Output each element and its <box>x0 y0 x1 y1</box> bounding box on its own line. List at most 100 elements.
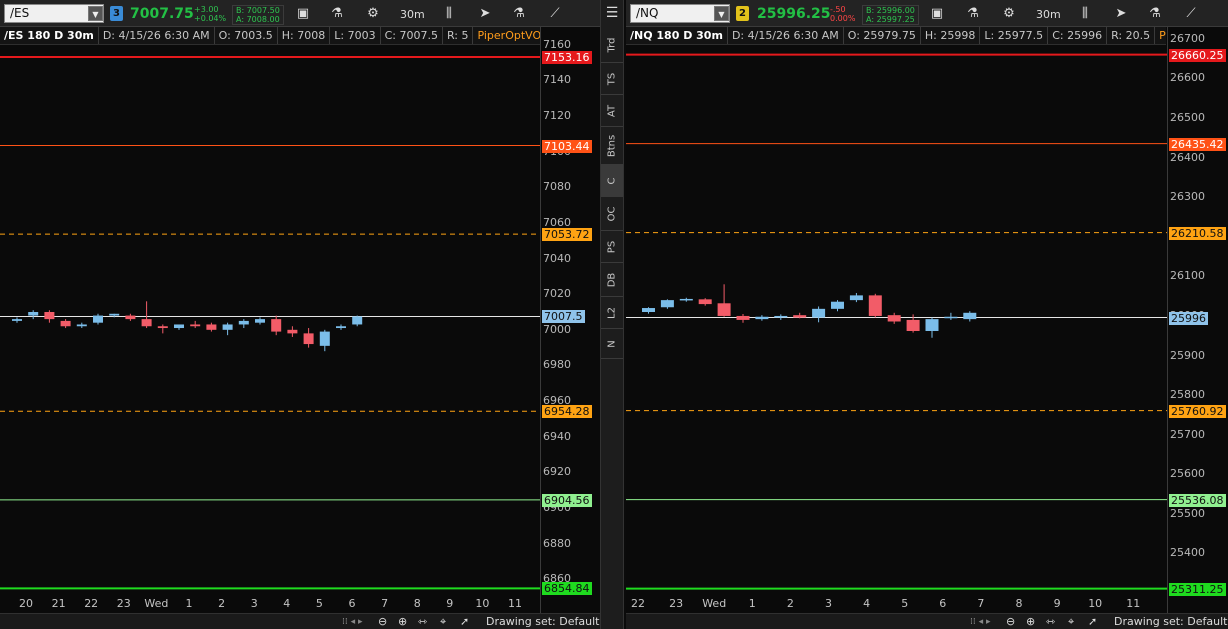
hamburger-menu-icon[interactable]: ☰ <box>601 0 623 27</box>
es-header-study[interactable]: PiperOptVOL (2.0,... <box>473 27 540 44</box>
es-time-label: 5 <box>315 597 323 610</box>
nq-level-tag[interactable]: 25536.08 <box>1169 493 1226 507</box>
es-price-tick: 7160 <box>543 37 571 51</box>
es-candle-body <box>319 331 330 346</box>
side-tab-label: C <box>606 177 618 184</box>
nq-time-label: 11 <box>1126 597 1141 610</box>
es-zoom-in-icon[interactable]: ⊕ <box>398 615 407 628</box>
nq-header-close: C: 25996 <box>1048 27 1108 44</box>
nq-zoom-out-icon[interactable]: ⊖ <box>1006 615 1015 628</box>
es-level-tag[interactable]: 7053.72 <box>542 228 592 242</box>
nq-drawing-tools-icon[interactable]: ⟋ <box>1180 4 1202 23</box>
es-level-tag[interactable]: 6854.84 <box>542 582 592 596</box>
es-plot-area[interactable] <box>0 45 540 597</box>
nq-candle-chart[interactable] <box>626 45 1167 597</box>
nq-candle-body <box>831 301 844 309</box>
nq-timeframe-button[interactable]: 30m <box>1036 8 1061 21</box>
es-drawing-flask-icon[interactable]: ⚗ <box>508 4 530 23</box>
nq-header-title[interactable]: /NQ 180 D 30m <box>626 27 728 44</box>
side-tab-n[interactable]: N <box>601 329 623 359</box>
es-candle-chart[interactable] <box>0 45 540 597</box>
es-drawing-set[interactable]: Drawing set: Default <box>486 615 599 628</box>
nq-candle-body <box>849 295 863 301</box>
es-level-tag[interactable]: 7103.44 <box>542 139 592 153</box>
side-tab-trd[interactable]: Trd <box>601 27 623 63</box>
es-snapshot-icon[interactable]: ▣ <box>292 4 314 23</box>
side-tab-ts[interactable]: TS <box>601 63 623 95</box>
es-level-tag[interactable]: 7153.16 <box>542 50 592 64</box>
nq-crosshair-icon[interactable]: ⌖ <box>1068 615 1074 629</box>
nq-level-tag[interactable]: 25760.92 <box>1169 404 1226 418</box>
nq-level-tag[interactable]: 26435.42 <box>1169 137 1226 151</box>
es-pointer-icon[interactable]: ➚ <box>460 615 469 628</box>
nq-plot-area[interactable] <box>626 45 1167 597</box>
nq-header-range: R: 20.5 <box>1107 27 1156 44</box>
nq-change-pct: 0.00% <box>830 14 856 23</box>
es-scroll-handle[interactable]: ⁞⁞ ◂ ▸ <box>342 617 362 627</box>
es-candle-body <box>76 324 87 327</box>
nq-scroll-handle[interactable]: ⁞⁞ ◂ ▸ <box>970 617 990 627</box>
nq-level-tag[interactable]: 25311.25 <box>1169 582 1226 596</box>
es-timeframe-button[interactable]: 30m <box>400 8 425 21</box>
es-settings-gear-icon[interactable]: ⚙ <box>362 4 384 23</box>
es-level-tag[interactable]: 6954.28 <box>542 405 592 419</box>
side-tab-db[interactable]: DB <box>601 263 623 297</box>
es-drawing-tools-icon[interactable]: ⟋ <box>544 4 566 23</box>
nq-studies-flask-icon[interactable]: ⚗ <box>962 4 984 23</box>
nq-level-tag[interactable]: 26210.58 <box>1169 226 1226 240</box>
nq-price-tick: 26100 <box>1170 269 1205 283</box>
side-tab-btns[interactable]: Btns <box>601 127 623 165</box>
es-cursor-icon[interactable]: ➤ <box>474 4 496 23</box>
nq-drawing-flask-icon[interactable]: ⚗ <box>1144 4 1166 23</box>
side-tab-at[interactable]: AT <box>601 95 623 127</box>
nq-toolbar: /NQ ▼ 2 25996.25 -.50 0.00% B: 25996.00 … <box>626 0 1228 27</box>
es-candle-body <box>28 312 39 316</box>
es-time-label: 23 <box>116 597 131 610</box>
nq-chart-type-candles-icon[interactable]: ⫼ <box>1074 4 1096 23</box>
nq-drawing-set[interactable]: Drawing set: Default <box>1114 615 1227 628</box>
nq-price-tick: 25700 <box>1170 427 1205 441</box>
nq-symbol-dropdown-icon[interactable]: ▼ <box>714 6 729 21</box>
nq-candle-body <box>736 315 750 320</box>
nq-link-badge[interactable]: 2 <box>736 6 749 21</box>
nq-pointer-icon[interactable]: ➚ <box>1088 615 1097 628</box>
side-tab-ps[interactable]: PS <box>601 231 623 263</box>
nq-price-tick: 25900 <box>1170 348 1205 362</box>
side-tab-label: DB <box>606 272 618 287</box>
es-price-tick: 6920 <box>543 465 571 479</box>
es-crosshair-icon[interactable]: ⌖ <box>440 615 446 629</box>
es-level-tag[interactable]: 6904.56 <box>542 493 592 507</box>
es-studies-flask-icon[interactable]: ⚗ <box>326 4 348 23</box>
nq-candle-body <box>755 316 769 320</box>
es-time-label: 2 <box>218 597 226 610</box>
es-price-tick: 6940 <box>543 429 571 443</box>
nq-time-label: 4 <box>863 597 871 610</box>
nq-zoom-in-icon[interactable]: ⊕ <box>1026 615 1035 628</box>
nq-bid: B: 25996.00 <box>866 6 915 15</box>
es-candle-body <box>238 320 249 325</box>
nq-snapshot-icon[interactable]: ▣ <box>926 4 948 23</box>
es-header-title[interactable]: /ES 180 D 30m <box>0 27 99 44</box>
es-symbol-dropdown-icon[interactable]: ▼ <box>88 6 103 21</box>
es-zoom-out-icon[interactable]: ⊖ <box>378 615 387 628</box>
nq-candle-body <box>963 312 977 320</box>
es-chart-type-candles-icon[interactable]: ⫼ <box>438 4 460 23</box>
es-candle-body <box>60 320 71 327</box>
side-tab-oc[interactable]: OC <box>601 197 623 231</box>
nq-level-tag[interactable]: 26660.25 <box>1169 48 1226 62</box>
nq-pan-icon[interactable]: ⇿ <box>1046 615 1055 628</box>
es-pan-icon[interactable]: ⇿ <box>418 615 427 628</box>
nq-ask: A: 25997.25 <box>866 15 915 24</box>
es-level-tag[interactable]: 7007.5 <box>542 310 585 324</box>
es-link-badge[interactable]: 3 <box>110 6 123 21</box>
nq-price-axis[interactable]: 2670026600265002640026300262002610026000… <box>1167 27 1228 614</box>
nq-candle-body <box>698 299 712 305</box>
es-toolbar: /ES ▼ 3 7007.75 +3.00 +0.04% B: 7007.50 … <box>0 0 600 27</box>
nq-header-study[interactable]: PiperOpt... <box>1155 27 1166 44</box>
es-price-axis[interactable]: 7160714071207100708070607040702070006980… <box>540 27 600 614</box>
side-tab-l2[interactable]: L2 <box>601 297 623 329</box>
nq-settings-gear-icon[interactable]: ⚙ <box>998 4 1020 23</box>
nq-level-tag[interactable]: 25996 <box>1169 311 1208 325</box>
nq-cursor-icon[interactable]: ➤ <box>1110 4 1132 23</box>
side-tab-c[interactable]: C <box>601 165 623 197</box>
